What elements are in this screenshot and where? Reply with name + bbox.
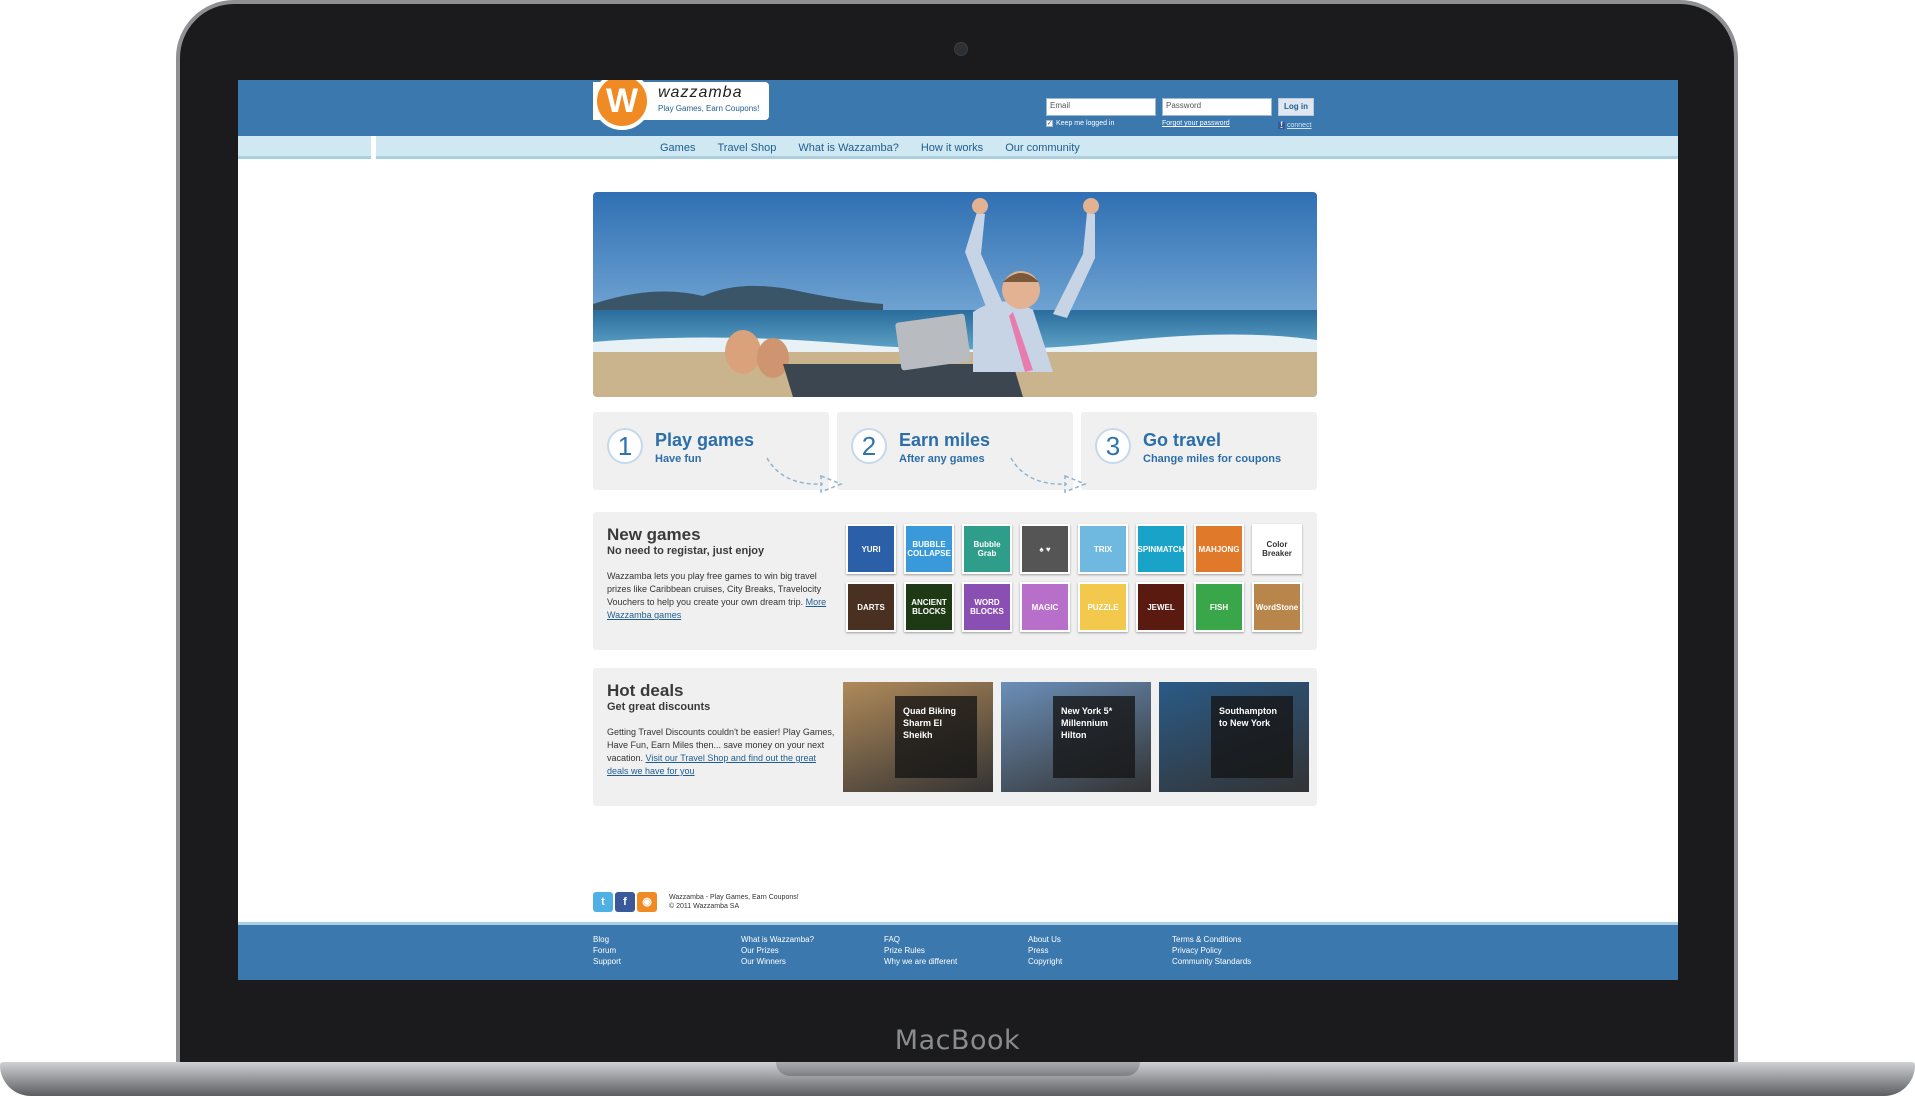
game-thumbnail[interactable]: DARTS (846, 582, 896, 632)
footer-link-different[interactable]: Why we are different (884, 957, 957, 967)
footer-link-prize-rules[interactable]: Prize Rules (884, 946, 957, 956)
footer-link-about[interactable]: About Us (1028, 935, 1062, 945)
game-thumbnail[interactable]: PUZZLE (1078, 582, 1128, 632)
copyright-block: Wazzamba - Play Games, Earn Coupons! © 2… (669, 893, 799, 911)
password-field[interactable]: Password (1162, 98, 1272, 116)
game-thumbnail[interactable]: JEWEL (1136, 582, 1186, 632)
deal-card-list: Quad Biking Sharm El Sheikh New York 5* M… (843, 682, 1309, 792)
footer-link-support[interactable]: Support (593, 957, 621, 967)
facebook-connect-link[interactable]: f connect (1278, 122, 1312, 129)
game-thumbnail[interactable]: BUBBLE COLLAPSE (904, 524, 954, 574)
footer-link-privacy[interactable]: Privacy Policy (1172, 946, 1251, 956)
twitter-icon[interactable]: t (593, 892, 613, 912)
deal-card-label: New York 5* Millennium Hilton (1053, 696, 1135, 778)
hero-beach-illustration (593, 192, 1317, 397)
new-games-panel: New games No need to registar, just enjo… (593, 512, 1317, 650)
hot-deals-subtitle: Get great discounts (607, 701, 711, 713)
facebook-icon[interactable]: f (615, 892, 635, 912)
footer-link-forum[interactable]: Forum (593, 946, 621, 956)
nav-how-it-works[interactable]: How it works (921, 142, 983, 154)
step-subtitle: Have fun (655, 453, 702, 465)
new-games-text: Wazzamba lets you play free games to win… (607, 571, 822, 607)
social-icons: t f ◉ (593, 892, 657, 912)
facebook-icon: f (1278, 122, 1285, 129)
deal-card[interactable]: Southampton to New York (1159, 682, 1309, 792)
nav-travel-shop[interactable]: Travel Shop (717, 142, 776, 154)
new-games-description: Wazzamba lets you play free games to win… (607, 570, 835, 622)
footer-column: Blog Forum Support (593, 935, 621, 967)
step-number: 3 (1095, 428, 1131, 464)
step-number: 2 (851, 428, 887, 464)
footer-link-press[interactable]: Press (1028, 946, 1062, 956)
login-button[interactable]: Log in (1278, 98, 1314, 116)
game-thumbnail[interactable]: MAHJONG (1194, 524, 1244, 574)
nav-community[interactable]: Our community (1005, 142, 1080, 154)
keep-logged-row: ✓ Keep me logged in (1046, 120, 1114, 127)
deal-card[interactable]: New York 5* Millennium Hilton (1001, 682, 1151, 792)
hero-banner (593, 192, 1317, 397)
footer-link-terms[interactable]: Terms & Conditions (1172, 935, 1251, 945)
deal-card-label: Quad Biking Sharm El Sheikh (895, 696, 977, 778)
device-brand: MacBook (894, 1025, 1021, 1056)
new-games-subtitle: No need to registar, just enjoy (607, 545, 765, 557)
copyright-tagline: Wazzamba - Play Games, Earn Coupons! (669, 894, 799, 901)
step-subtitle: After any games (899, 453, 985, 465)
game-thumbnail[interactable]: YURI (846, 524, 896, 574)
dashed-arrow-icon (1010, 457, 1087, 494)
nav-games[interactable]: Games (660, 142, 695, 154)
footer-link-what-is[interactable]: What is Wazzamba? (741, 935, 814, 945)
how-it-works-steps: 1 Play games Have fun 2 Earn miles After… (593, 412, 1317, 494)
browser-screen: W wazzamba Play Games, Earn Coupons! Gam… (238, 80, 1678, 980)
footer-link-prizes[interactable]: Our Prizes (741, 946, 814, 956)
game-thumbnail[interactable]: Color Breaker (1252, 524, 1302, 574)
step-title: Play games (655, 430, 755, 450)
site-footer: Blog Forum Support What is Wazzamba? Our… (238, 922, 1678, 980)
game-thumbnail[interactable]: ANCIENT BLOCKS (904, 582, 954, 632)
hot-deals-title: Hot deals (607, 681, 684, 700)
game-thumbnail[interactable]: Bubble Grab (962, 524, 1012, 574)
hot-deals-description: Getting Travel Discounts couldn't be eas… (607, 726, 835, 778)
game-thumbnail[interactable]: WordStone (1252, 582, 1302, 632)
keep-logged-label: Keep me logged in (1056, 120, 1115, 127)
footer-link-faq[interactable]: FAQ (884, 935, 957, 945)
deal-card-label: Southampton to New York (1211, 696, 1293, 778)
deal-card[interactable]: Quad Biking Sharm El Sheikh (843, 682, 993, 792)
main-nav: Games Travel Shop What is Wazzamba? How … (660, 142, 1080, 154)
game-thumbnail-grid: YURI BUBBLE COLLAPSE Bubble Grab ♠ ♥ TRIX SPI… (846, 524, 1302, 632)
footer-column: What is Wazzamba? Our Prizes Our Winners (741, 935, 814, 967)
footer-link-blog[interactable]: Blog (593, 935, 621, 945)
game-thumbnail[interactable]: MAGIC (1020, 582, 1070, 632)
game-thumbnail[interactable]: FISH (1194, 582, 1244, 632)
header-bar (238, 80, 1678, 136)
copyright-notice: © 2011 Wazzamba SA (669, 903, 740, 910)
site-tagline: Play Games, Earn Coupons! (658, 104, 760, 113)
game-thumbnail[interactable]: ♠ ♥ (1020, 524, 1070, 574)
footer-column: Terms & Conditions Privacy Policy Commun… (1172, 935, 1251, 967)
laptop-notch (776, 1062, 1140, 1076)
rss-icon[interactable]: ◉ (637, 892, 657, 912)
step-title: Earn miles (899, 430, 991, 450)
hot-deals-panel: Hot deals Get great discounts Getting Tr… (593, 668, 1317, 806)
keep-logged-checkbox[interactable]: ✓ (1046, 120, 1053, 127)
camera-icon (954, 42, 968, 56)
footer-link-winners[interactable]: Our Winners (741, 957, 814, 967)
new-games-title: New games (607, 525, 701, 544)
footer-column: About Us Press Copyright (1028, 935, 1062, 967)
footer-link-copyright[interactable]: Copyright (1028, 957, 1062, 967)
step-3: 3 Go travel Change miles for coupons (1081, 412, 1317, 490)
nav-what-is[interactable]: What is Wazzamba? (798, 142, 898, 154)
email-field[interactable]: Email (1046, 98, 1156, 116)
dashed-arrow-icon (766, 457, 843, 494)
site-name[interactable]: wazzamba (658, 84, 742, 102)
connect-label: connect (1287, 122, 1312, 129)
forgot-password-link[interactable]: Forgot your password (1162, 120, 1230, 127)
step-number: 1 (607, 428, 643, 464)
footer-link-community-standards[interactable]: Community Standards (1172, 957, 1251, 967)
footer-column: FAQ Prize Rules Why we are different (884, 935, 957, 967)
game-thumbnail[interactable]: WORD BLOCKS (962, 582, 1012, 632)
step-title: Go travel (1143, 430, 1222, 450)
step-subtitle: Change miles for coupons (1143, 453, 1282, 465)
game-thumbnail[interactable]: SPINMATCH (1136, 524, 1186, 574)
game-thumbnail[interactable]: TRIX (1078, 524, 1128, 574)
